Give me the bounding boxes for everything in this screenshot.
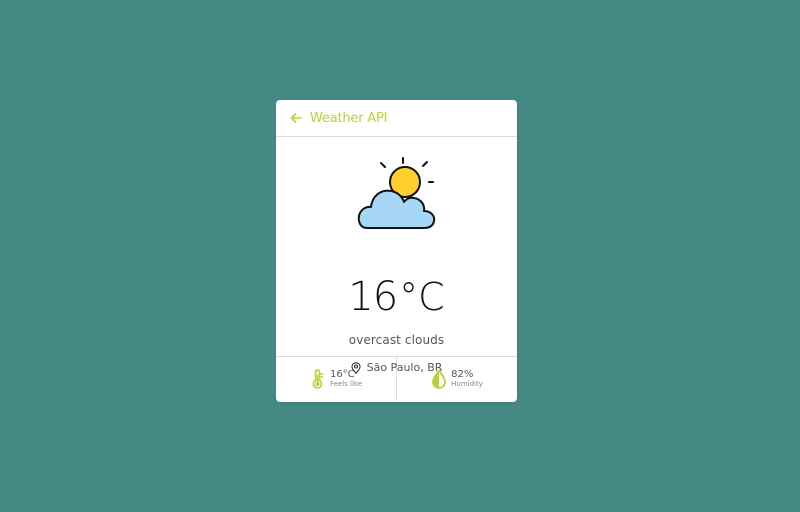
card-header: Weather API bbox=[276, 100, 517, 137]
map-pin-icon bbox=[351, 361, 361, 374]
arrow-left-icon bbox=[290, 113, 302, 123]
weather-description: overcast clouds bbox=[348, 333, 445, 347]
temperature-unit: °C bbox=[399, 275, 445, 319]
feels-like-label: Feels like bbox=[329, 380, 363, 388]
weather-main: 16°C overcast clouds São Paulo, BR bbox=[276, 137, 517, 374]
location: São Paulo, BR bbox=[276, 361, 517, 374]
location-text: São Paulo, BR bbox=[366, 361, 443, 374]
temperature-display: 16°C bbox=[276, 277, 517, 317]
weather-card: Weather API 16°C overcast clouds São Pau… bbox=[276, 100, 517, 402]
temperature-value: 16 bbox=[348, 274, 398, 320]
back-button[interactable]: Weather API bbox=[290, 111, 387, 126]
app-title: Weather API bbox=[310, 110, 388, 126]
humidity-label: Humidity bbox=[451, 380, 483, 388]
partly-cloudy-icon bbox=[357, 157, 436, 229]
